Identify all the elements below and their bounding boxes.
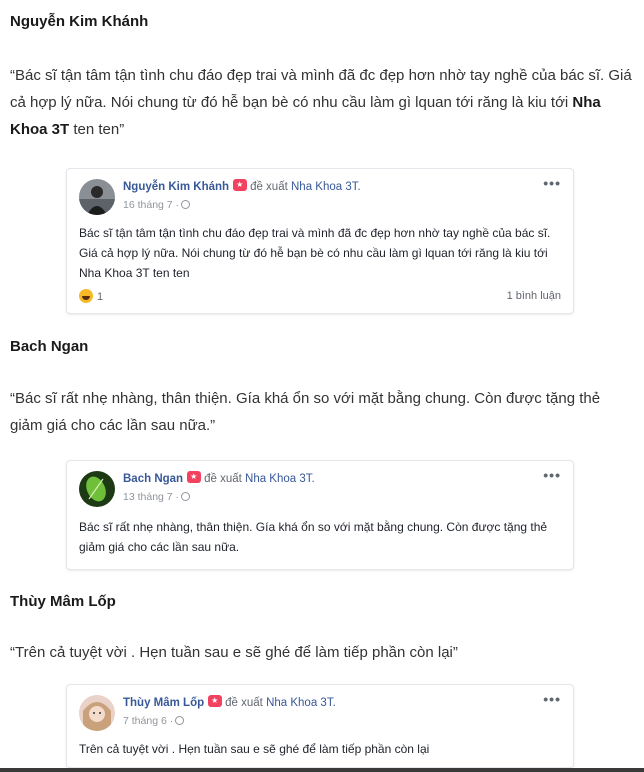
avatar-photo-icon xyxy=(79,179,115,215)
recommends-label: đề xuất xyxy=(204,473,242,485)
more-options-button[interactable]: ••• xyxy=(543,175,561,191)
facebook-review-card: Thùy Mâm Lốp đề xuất Nha Khoa 3T. 7 tháng… xyxy=(66,684,574,768)
facebook-review-card: Nguyễn Kim Khánh đề xuất Nha Khoa 3T. 16 … xyxy=(66,168,574,314)
quote-text-end: ten ten” xyxy=(69,121,125,138)
post-date[interactable]: 13 tháng 7 · xyxy=(123,491,191,503)
globe-icon xyxy=(181,200,191,209)
page-name-link[interactable]: Nha Khoa 3T. xyxy=(266,697,336,709)
post-date-text: 7 tháng 6 · xyxy=(123,715,174,727)
leaf-avatar-icon xyxy=(79,471,115,507)
post-header: Nguyễn Kim Khánh đề xuất Nha Khoa 3T. xyxy=(123,179,361,193)
divider xyxy=(0,768,644,772)
review-quote: “Trên cả tuyệt vời . Hẹn tuần sau e sẽ g… xyxy=(10,644,458,661)
reactions-summary[interactable]: 1 xyxy=(79,289,103,303)
recommends-label: đề xuất xyxy=(250,181,288,193)
post-text: Bác sĩ rất nhẹ nhàng, thân thiện. Gía kh… xyxy=(79,520,548,554)
post-date[interactable]: 7 tháng 6 · xyxy=(123,715,185,727)
recommend-icon xyxy=(208,695,223,707)
recommends-label: đề xuất xyxy=(225,697,263,709)
post-text: Bác sĩ tận tâm tận tình chu đáo đẹp trai… xyxy=(79,226,551,280)
poster-name-link[interactable]: Thùy Mâm Lốp xyxy=(123,697,204,709)
comments-count-link[interactable]: 1 bình luận xyxy=(507,290,561,302)
avatar[interactable] xyxy=(79,179,115,215)
post-date-text: 16 tháng 7 · xyxy=(123,199,180,211)
reaction-count: 1 xyxy=(97,291,104,303)
globe-icon xyxy=(175,716,185,725)
post-header: Thùy Mâm Lốp đề xuất Nha Khoa 3T. xyxy=(123,695,336,709)
poster-name-link[interactable]: Bach Ngan xyxy=(123,473,183,485)
post-text: Trên cả tuyệt vời . Hẹn tuần sau e sẽ gh… xyxy=(79,742,430,756)
more-options-button[interactable]: ••• xyxy=(543,691,561,707)
recommend-icon xyxy=(187,471,202,483)
post-date[interactable]: 16 tháng 7 · xyxy=(123,199,191,211)
post-date-text: 13 tháng 7 · xyxy=(123,491,180,503)
page-name-link[interactable]: Nha Khoa 3T. xyxy=(245,473,315,485)
quote-text: “Bác sĩ tận tâm tận tình chu đáo đẹp tra… xyxy=(10,67,632,111)
review-quote: “Bác sĩ rất nhẹ nhàng, thân thiện. Gía k… xyxy=(10,390,601,434)
recommend-icon xyxy=(233,179,248,191)
facebook-review-card: Bach Ngan đề xuất Nha Khoa 3T. 13 tháng 7… xyxy=(66,460,574,570)
post-header: Bach Ngan đề xuất Nha Khoa 3T. xyxy=(123,471,315,485)
more-options-button[interactable]: ••• xyxy=(543,467,561,483)
avatar[interactable] xyxy=(79,695,115,731)
poster-name-link[interactable]: Nguyễn Kim Khánh xyxy=(123,181,229,193)
avatar-photo-icon xyxy=(79,695,115,731)
review-quote: “Bác sĩ tận tâm tận tình chu đáo đẹp tra… xyxy=(10,62,634,143)
reviewer-name: Nguyễn Kim Khánh xyxy=(10,13,149,30)
reviewer-name: Thùy Mâm Lốp xyxy=(10,593,116,610)
avatar[interactable] xyxy=(79,471,115,507)
reviewer-name: Bach Ngan xyxy=(10,338,89,355)
haha-reaction-icon xyxy=(79,289,93,303)
page-name-link[interactable]: Nha Khoa 3T. xyxy=(291,181,361,193)
globe-icon xyxy=(181,492,191,501)
